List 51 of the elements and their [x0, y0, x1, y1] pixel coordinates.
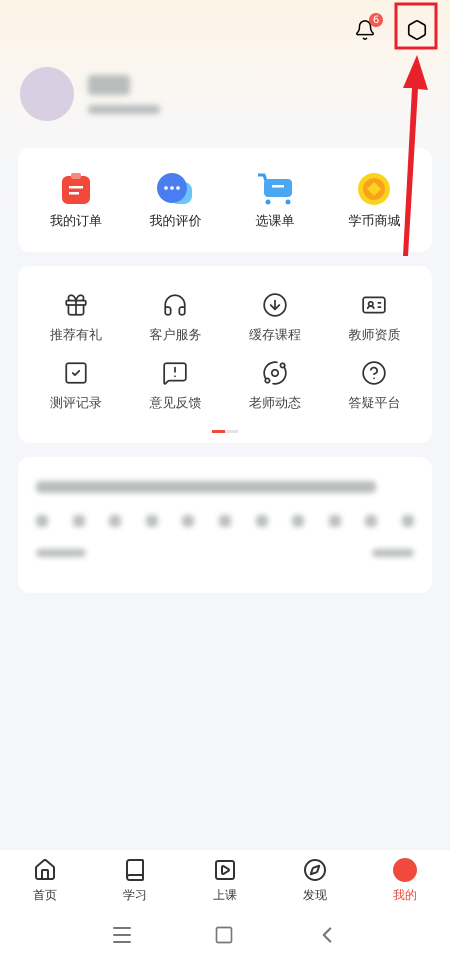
service-label[interactable]: 老师动态	[248, 394, 301, 412]
notification-badge: 6	[369, 13, 383, 27]
blurred-text	[36, 549, 86, 557]
service-label[interactable]: 意见反馈	[149, 394, 202, 412]
tab[interactable]: 上课	[180, 858, 270, 904]
tab[interactable]: 我的	[360, 858, 450, 904]
service-label[interactable]: 客户服务	[149, 326, 202, 344]
blurred-digit	[36, 515, 48, 527]
quick-link-label[interactable]: 学币商城	[348, 212, 400, 230]
cart-icon	[256, 172, 294, 206]
service-label[interactable]: 教师资质	[348, 326, 400, 344]
home-square-icon[interactable]	[214, 925, 234, 945]
service-label[interactable]: 缓存课程	[248, 326, 301, 344]
blurred-subtitle	[88, 104, 160, 114]
blurred-digit	[146, 515, 158, 527]
blurred-digit	[365, 515, 378, 527]
home-icon	[33, 858, 57, 882]
tab[interactable]: 首页	[0, 858, 90, 904]
blurred-digit	[72, 515, 85, 527]
book-icon	[123, 858, 147, 882]
blurred-digit	[292, 515, 304, 527]
blurred-name	[88, 74, 130, 94]
profile-icon	[393, 858, 417, 882]
headset-icon	[162, 292, 188, 318]
quick-link-label[interactable]: 选课单	[255, 212, 294, 230]
gift-icon	[62, 292, 89, 318]
tab[interactable]: 学习	[90, 858, 180, 904]
annotation-box	[394, 2, 438, 50]
blurred-digit	[256, 515, 268, 527]
blurred-digit	[182, 515, 194, 527]
quick-link-label[interactable]: 我的订单	[50, 212, 102, 230]
quick-link-label[interactable]: 我的评价	[149, 212, 202, 230]
checkbox-icon	[62, 360, 89, 386]
blurred-text	[372, 549, 414, 557]
blurred-digit	[402, 515, 414, 527]
download-icon	[262, 292, 288, 318]
planet-icon	[262, 360, 288, 386]
coin-icon	[357, 172, 392, 206]
feedback-icon	[162, 360, 188, 386]
question-icon	[361, 360, 388, 386]
compass-icon	[303, 858, 327, 882]
settings-icon[interactable]	[406, 19, 428, 41]
chat-bubble-icon	[156, 172, 194, 206]
tab[interactable]: 发现	[270, 858, 360, 904]
service-label[interactable]: 答疑平台	[348, 394, 400, 412]
blurred-digit	[109, 515, 122, 527]
play-icon	[213, 858, 237, 882]
service-label[interactable]: 推荐有礼	[50, 326, 102, 344]
service-label[interactable]: 测评记录	[50, 394, 102, 412]
blurred-digit	[328, 515, 341, 527]
blurred-digit	[218, 515, 231, 527]
